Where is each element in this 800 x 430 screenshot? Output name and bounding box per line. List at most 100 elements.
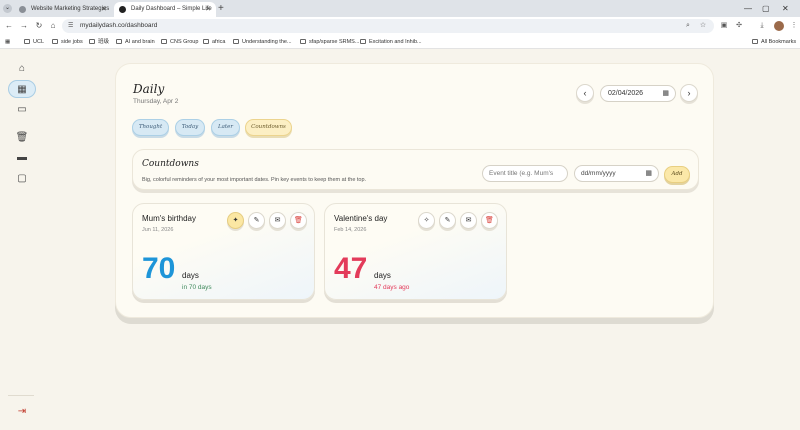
back-icon[interactable]: ← — [3, 20, 15, 32]
browser-tab-bar: ⌄ Website Marketing Strategies ✕ Daily D… — [0, 0, 800, 17]
bookmark-item[interactable]: Excitation and Inhib... — [360, 35, 422, 49]
browser-tab-dashboard[interactable]: Daily Dashboard – Simple Life ✕ — [114, 2, 216, 17]
new-tab-icon[interactable]: + — [218, 2, 224, 15]
browser-tab-marketing[interactable]: Website Marketing Strategies ✕ — [14, 2, 112, 17]
extension-icon[interactable]: ▣ — [718, 20, 730, 32]
tab-search-icon[interactable]: ⌄ — [3, 4, 12, 13]
page-title: Daily — [133, 82, 165, 96]
tab-thought[interactable]: Thought — [132, 119, 169, 136]
card-icon[interactable]: ▬ — [8, 149, 36, 167]
app-sidebar: ⌂ ▦ ▭ 🗑 ▬ ▢ ⇥ — [0, 50, 42, 430]
card-date: Feb 14, 2026 — [334, 227, 367, 233]
sidebar-divider — [8, 395, 34, 396]
current-date: Thursday, Apr 2 — [133, 98, 179, 105]
calendar-icon[interactable]: ▦ — [645, 166, 652, 181]
tab-label: Daily Dashboard – Simple Life — [131, 6, 212, 12]
mail-icon[interactable]: ✉ — [460, 212, 477, 229]
section-title: Countdowns — [142, 159, 199, 169]
delete-icon[interactable]: 🗑 — [290, 212, 307, 229]
date-picker[interactable]: 02/04/2026 ▦ — [600, 85, 676, 102]
home-icon[interactable]: ⌂ — [47, 20, 59, 32]
avatar[interactable] — [774, 21, 784, 31]
countdown-card: Mum's birthday Jun 11, 2026 ✦ ✎ ✉ 🗑 70 d… — [132, 203, 315, 300]
bookmark-icon — [233, 39, 239, 44]
countdown-relative: in 70 days — [182, 284, 212, 291]
close-icon[interactable]: ✕ — [101, 2, 107, 17]
tab-later[interactable]: Later — [211, 119, 240, 136]
bookmark-icon — [360, 39, 366, 44]
folder-icon — [52, 39, 58, 44]
prev-day-button[interactable]: ‹ — [576, 84, 594, 102]
bookmark-item[interactable]: CNS Group — [161, 35, 198, 49]
home-icon[interactable]: ⌂ — [8, 60, 36, 78]
daily-panel: Daily Thursday, Apr 2 ‹ 02/04/2026 ▦ › T… — [115, 63, 714, 318]
countdown-card: Valentine's day Feb 14, 2026 ✧ ✎ ✉ 🗑 47 … — [324, 203, 507, 300]
bookmark-item[interactable]: 班级 — [89, 35, 109, 49]
chat-icon[interactable]: ▢ — [8, 170, 36, 188]
edit-icon[interactable]: ✎ — [439, 212, 456, 229]
close-window-icon[interactable]: ✕ — [782, 2, 789, 15]
site-icon — [119, 6, 126, 13]
folder-icon — [89, 39, 95, 44]
edit-icon[interactable]: ✎ — [248, 212, 265, 229]
countdown-relative: 47 days ago — [374, 284, 410, 291]
folder-icon — [161, 39, 167, 44]
folder-icon — [24, 39, 30, 44]
bookmark-item[interactable]: Understanding the... — [233, 35, 292, 49]
github-icon — [300, 39, 306, 44]
date-placeholder: dd/mm/yyyy — [581, 170, 616, 177]
tab-today[interactable]: Today — [175, 119, 205, 136]
event-title-input[interactable]: Event title (e.g. Mum's — [482, 165, 568, 182]
pin-icon[interactable]: ✦ — [227, 212, 244, 229]
puzzle-icon[interactable]: ✣ — [733, 20, 745, 32]
add-button[interactable]: Add — [664, 166, 690, 183]
card-title: Valentine's day — [334, 214, 388, 223]
bookmark-item[interactable]: side jobs — [52, 35, 83, 49]
download-icon[interactable]: ⤓ — [756, 20, 768, 32]
mail-icon[interactable]: ✉ — [269, 212, 286, 229]
countdown-number: 47 — [334, 252, 368, 285]
maximize-icon[interactable]: ▢ — [762, 2, 770, 15]
bookmark-item[interactable]: UCL — [24, 35, 44, 49]
reload-icon[interactable]: ↻ — [33, 20, 45, 32]
folder-icon — [203, 39, 209, 44]
folder-icon — [752, 39, 758, 44]
close-icon[interactable]: ✕ — [205, 2, 211, 17]
card-title: Mum's birthday — [142, 214, 196, 223]
next-day-button[interactable]: › — [680, 84, 698, 102]
forward-icon[interactable]: → — [18, 20, 30, 32]
browser-toolbar: ← → ↻ ⌂ ☰ mydailydash.co/dashboard ⌕ ☆ ▣… — [0, 17, 800, 35]
folder-icon — [116, 39, 122, 44]
date-value: 02/04/2026 — [608, 90, 644, 97]
trash-icon[interactable]: 🗑 — [8, 129, 36, 147]
logout-icon[interactable]: ⇥ — [8, 405, 36, 419]
menu-icon[interactable]: ⋮ — [788, 20, 800, 32]
bookmarks-bar: ▦ UCL side jobs 班级 AI and brain CNS Grou… — [0, 35, 800, 49]
star-icon[interactable]: ☆ — [697, 20, 709, 32]
delete-icon[interactable]: 🗑 — [481, 212, 498, 229]
section-description: Big, colorful reminders of your most imp… — [142, 177, 367, 183]
card-date: Jun 11, 2026 — [142, 227, 174, 233]
bookmark-item[interactable]: AI and brain — [116, 35, 155, 49]
pin-icon[interactable]: ✧ — [418, 212, 435, 229]
bookmark-item[interactable]: africa — [203, 35, 225, 49]
address-bar[interactable]: ☰ mydailydash.co/dashboard ⌕ ☆ — [62, 19, 714, 33]
countdown-unit: days — [182, 271, 199, 280]
book-icon[interactable]: ▭ — [8, 101, 36, 119]
countdowns-form: Countdowns Big, colorful reminders of yo… — [132, 149, 699, 190]
url-text: mydailydash.co/dashboard — [80, 22, 158, 29]
countdown-number: 70 — [142, 252, 176, 285]
tab-label: Website Marketing Strategies — [31, 6, 110, 12]
calendar-icon[interactable]: ▦ — [662, 86, 669, 101]
countdown-unit: days — [374, 271, 391, 280]
bookmark-item[interactable]: sfap/sparse SRMS... — [300, 35, 359, 49]
tab-countdowns[interactable]: Countdowns — [245, 119, 292, 136]
zoom-icon[interactable]: ⌕ — [682, 20, 694, 32]
grid-icon[interactable]: ▦ — [8, 80, 36, 98]
all-bookmarks[interactable]: All Bookmarks — [752, 35, 796, 49]
site-info-icon[interactable]: ☰ — [68, 22, 76, 30]
minimize-icon[interactable]: — — [744, 2, 752, 15]
event-date-input[interactable]: dd/mm/yyyy ▦ — [574, 165, 659, 182]
apps-icon[interactable]: ▦ — [5, 35, 10, 49]
globe-icon — [19, 6, 26, 13]
